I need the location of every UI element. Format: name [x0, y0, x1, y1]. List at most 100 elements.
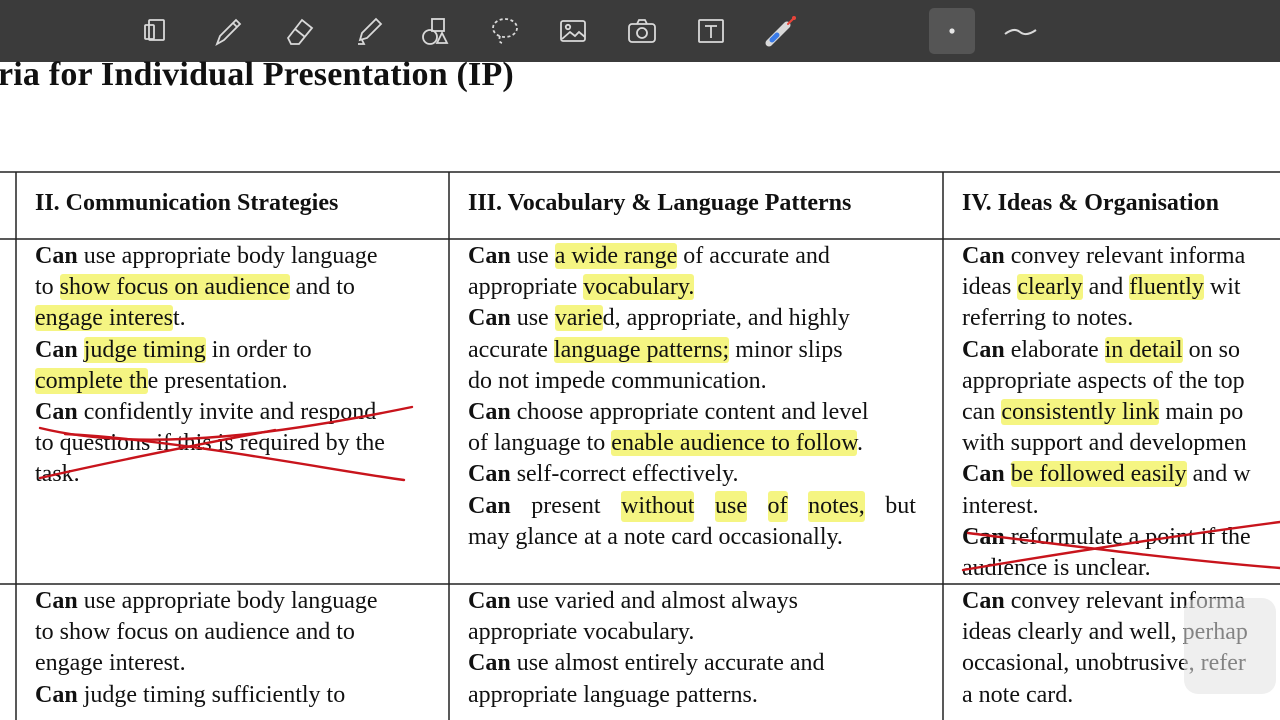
- text-segment: on so: [1182, 336, 1240, 363]
- text-segment: use varied and almost always: [510, 588, 798, 614]
- text-segment: of accurate and: [677, 243, 830, 269]
- cell-line: appropriate aspects of the top: [962, 366, 1251, 397]
- text-segment: elaborate: [1004, 336, 1105, 363]
- header-ideas-organisation: IV. Ideas & Organisation: [962, 190, 1219, 216]
- cell-line: engage interest.: [35, 303, 385, 334]
- text-segment: [78, 337, 84, 363]
- header-vocabulary-language-patterns: III. Vocabulary & Language Patterns: [468, 190, 852, 216]
- cell-line: ideas clearly and fluently wit: [962, 272, 1251, 303]
- text-segment: with support and developmen: [962, 430, 1247, 457]
- bold-text: Can: [35, 588, 78, 614]
- text-segment: and to: [289, 274, 355, 301]
- cell-line: Can elaborate in detail on so: [962, 335, 1251, 366]
- floating-overlay-button[interactable]: [1184, 598, 1276, 694]
- highlighted-text: a wide range: [554, 243, 678, 269]
- text-segment: to show focus on audience and to: [35, 619, 355, 646]
- cell-line: Can judge timing sufficiently to: [35, 680, 378, 711]
- cell-line: to show focus on audience and to: [35, 272, 385, 303]
- shapes-tool-icon[interactable]: [416, 8, 456, 54]
- camera-tool-icon[interactable]: [622, 8, 662, 54]
- pen-tool-icon[interactable]: [208, 8, 248, 54]
- highlighted-text: of: [767, 490, 788, 522]
- cell-line: task.: [35, 459, 385, 490]
- cell-line: with support and developmen: [962, 428, 1251, 459]
- cell-line: may glance at a note card occasionally.: [468, 522, 916, 553]
- bold-text: Can: [35, 336, 78, 363]
- text-segment: ideas: [962, 274, 1018, 301]
- text-segment: and: [1082, 274, 1130, 301]
- text-tool-icon[interactable]: [691, 8, 731, 54]
- stroke-dot-icon[interactable]: [929, 8, 975, 54]
- text-segment: referring to notes.: [962, 305, 1134, 332]
- highlighted-text: complete th: [35, 367, 148, 394]
- row1-communication-cell: Can use appropriate body language to sho…: [35, 241, 385, 491]
- text-segment: in order to: [205, 336, 312, 363]
- cell-line: appropriate language patterns.: [468, 680, 825, 711]
- text-segment: of language to: [468, 430, 612, 457]
- highlighted-text: notes,: [808, 490, 865, 522]
- text-segment: appropriate language patterns.: [468, 681, 758, 708]
- bold-text: Can: [35, 243, 78, 269]
- text-segment: confidently invite and respond: [77, 398, 377, 425]
- text-segment: minor slips: [729, 336, 843, 363]
- bold-text: Can: [468, 305, 511, 332]
- highlighted-text: in detail: [1104, 336, 1183, 363]
- cell-line: Can use varied and almost always: [468, 586, 825, 617]
- bold-text: Can: [468, 650, 511, 677]
- cell-line: Can reformulate a point if the: [962, 522, 1251, 553]
- cell-line: of language to enable audience to follow…: [468, 428, 916, 459]
- highlighted-text: enable audience to follow: [611, 430, 857, 457]
- text-segment: choose appropriate content and level: [510, 398, 869, 425]
- cell-line: Can convey relevant informa: [962, 241, 1251, 272]
- stroke-curve-icon[interactable]: [1000, 8, 1040, 54]
- text-segment: convey relevant informa: [1004, 243, 1246, 269]
- text-segment: a note card.: [962, 681, 1074, 708]
- cell-line: Can confidently invite and respond: [35, 397, 385, 428]
- highlighted-text: use: [714, 490, 747, 522]
- bold-text: Can: [35, 398, 78, 425]
- text-segment: use almost entirely accurate and: [510, 650, 825, 677]
- text-segment: appropriate aspects of the top: [962, 367, 1245, 394]
- text-segment: main po: [1159, 398, 1244, 425]
- bold-text: Can: [468, 461, 511, 488]
- highlighter-tool-icon[interactable]: [349, 8, 389, 54]
- text-segment: use appropriate body language: [77, 243, 378, 269]
- eraser-tool-icon[interactable]: [280, 8, 320, 54]
- cell-line: complete the presentation.: [35, 366, 385, 397]
- cell-line: engage interest.: [35, 648, 378, 679]
- page-tool-icon[interactable]: [135, 8, 175, 54]
- cell-line: Can use varied, appropriate, and highly: [468, 303, 916, 334]
- row2-vocabulary-cell: Can use varied and almost always appropr…: [468, 586, 825, 711]
- cell-line: Can judge timing in order to: [35, 335, 385, 366]
- cell-line: to show focus on audience and to: [35, 617, 378, 648]
- cell-line: Can self-correct effectively.: [468, 459, 916, 490]
- image-tool-icon[interactable]: [553, 8, 593, 54]
- lasso-tool-icon[interactable]: [485, 8, 525, 54]
- text-segment: t.: [172, 305, 186, 332]
- text-segment: accurate: [468, 336, 554, 363]
- highlighted-text: consistently link: [1001, 398, 1160, 425]
- text-segment: judge timing sufficiently to: [77, 681, 346, 708]
- cell-line: accurate language patterns; minor slips: [468, 335, 916, 366]
- text-segment: engage interest.: [35, 650, 186, 677]
- bold-text: Can: [962, 461, 1005, 488]
- cell-line: Can be followed easily and w: [962, 459, 1251, 490]
- cell-line: do not impede communication.: [468, 366, 916, 397]
- cell-line: interest.: [962, 491, 1251, 522]
- bold-text: Can: [962, 243, 1005, 269]
- cell-line: audience is unclear.: [962, 553, 1251, 584]
- laser-pointer-icon[interactable]: [761, 8, 801, 54]
- text-segment: appropriate vocabulary.: [468, 619, 695, 646]
- text-segment: but: [885, 492, 916, 519]
- text-segment: task.: [35, 461, 80, 488]
- bold-text: Can: [962, 523, 1005, 550]
- highlighted-text: judge timing: [83, 336, 206, 363]
- cell-line: Can present without use of notes, but: [468, 490, 916, 522]
- highlighted-text: clearly: [1017, 274, 1083, 301]
- annotation-toolbar: [0, 0, 1280, 62]
- header-communication-strategies: II. Communication Strategies: [35, 190, 339, 216]
- highlighted-text: language patterns;: [553, 336, 730, 363]
- cell-line: to questions if this is required by the: [35, 428, 385, 459]
- highlighted-text: fluently: [1129, 274, 1204, 301]
- text-segment: self-correct effectively.: [510, 461, 739, 488]
